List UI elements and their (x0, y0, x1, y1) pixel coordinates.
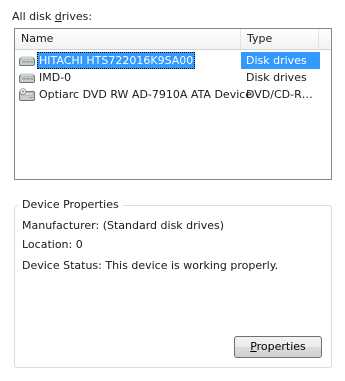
list-item[interactable]: Optiarc DVD RW AD-7910A ATA Device DVD/C… (15, 86, 331, 103)
list-item-type: Disk drives (241, 52, 320, 69)
list-item-type: Disk drives (246, 71, 307, 84)
list-item[interactable]: HITACHI HTS722016K9SA00 Disk drives (15, 52, 331, 69)
disk-drives-panel: All disk drives: Name Type HITACHI HTS72… (0, 0, 345, 381)
column-header-filler (319, 29, 331, 49)
dvd-drive-icon (19, 88, 35, 101)
list-item[interactable]: IMD-0 Disk drives (15, 69, 331, 86)
list-item-name: IMD-0 (39, 71, 72, 84)
device-status-text: Device Status: This device is working pr… (22, 259, 279, 272)
hard-disk-icon (19, 73, 35, 83)
properties-button[interactable]: Properties (234, 336, 322, 358)
device-properties-title: Device Properties (18, 198, 123, 211)
column-header-name[interactable]: Name (15, 29, 241, 49)
all-disk-drives-label: All disk drives: (12, 10, 93, 23)
location-text: Location: 0 (22, 238, 83, 251)
list-header: Name Type (15, 29, 331, 50)
list-item-name: HITACHI HTS722016K9SA00 (37, 52, 196, 69)
list-item-type: DVD/CD-R… (246, 88, 313, 101)
manufacturer-text: Manufacturer: (Standard disk drives) (22, 219, 225, 232)
disk-drives-list[interactable]: Name Type HITACHI HTS722016K9SA00 Disk d… (14, 28, 332, 180)
list-item-name: Optiarc DVD RW AD-7910A ATA Device (39, 88, 253, 101)
hard-disk-icon (19, 56, 35, 66)
column-header-type[interactable]: Type (241, 29, 319, 49)
